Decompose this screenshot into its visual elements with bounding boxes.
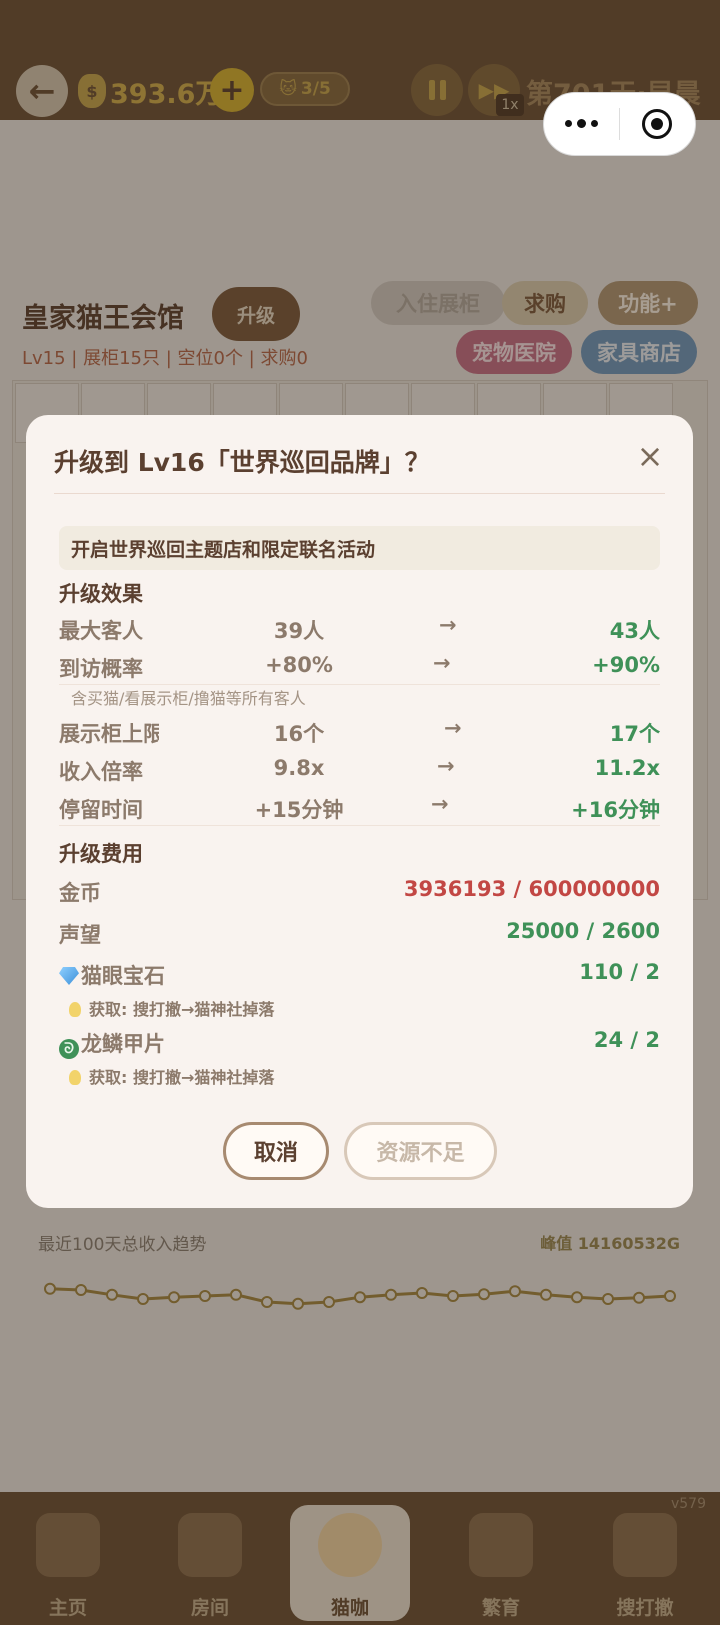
effect-note: 含买猫/看展示柜/撸猫等所有客人: [71, 689, 306, 708]
effect-from: +15分钟: [254, 798, 344, 822]
cost-value: 25000 / 2600: [506, 919, 660, 943]
dialog-title: 升级到 Lv16「世界巡回品牌」？: [54, 448, 430, 477]
effect-name: 收入倍率: [59, 760, 143, 784]
close-icon[interactable]: ×: [633, 439, 667, 473]
effect-to: +16分钟: [571, 798, 660, 822]
hint-text: 获取: 搜打撤→猫神社掉落: [89, 1068, 275, 1087]
cost-row-scale: ᘐ 龙鳞甲片 24 / 2 获取: 搜打撤→猫神社掉落: [59, 1024, 660, 1087]
cost-value: 24 / 2: [593, 1028, 660, 1052]
effect-name: 展示柜上限: [59, 722, 159, 746]
cost-name: 声望: [59, 923, 101, 947]
upgrade-description: 开启世界巡回主题店和限定联名活动: [59, 526, 660, 570]
lightbulb-icon: [69, 1070, 81, 1085]
divider: [54, 493, 665, 494]
insufficient-resources-button[interactable]: 资源不足: [344, 1122, 497, 1180]
effect-from: 39人: [273, 619, 325, 643]
effect-from: +80%: [265, 653, 333, 677]
cost-row-gold: 金币 3936193 / 600000000: [59, 873, 660, 909]
effect-to: 17个: [609, 722, 660, 746]
effect-name: 到访概率: [59, 657, 143, 681]
cost-row-gem: 猫眼宝石 110 / 2 获取: 搜打撤→猫神社掉落: [59, 956, 660, 1019]
effect-row: 到访概率 +80% → +90% 含买猫/看展示柜/撸猫等所有客人: [59, 647, 660, 708]
arrow-icon: →: [437, 754, 455, 778]
effect-row: 最大客人 39人 → 43人: [59, 609, 660, 647]
cost-name-wrap: ᘐ 龙鳞甲片: [59, 1028, 165, 1059]
cost-heading: 升级费用: [59, 842, 143, 866]
effect-name: 停留时间: [59, 798, 143, 822]
effect-to: +90%: [592, 653, 660, 677]
miniprogram-capsule: [543, 92, 696, 156]
arrow-icon: →: [431, 792, 449, 816]
arrow-icon: →: [439, 613, 457, 637]
cost-value: 3936193 / 600000000: [403, 877, 660, 901]
cost-value: 110 / 2: [579, 960, 660, 984]
effect-row: 停留时间 +15分钟 → +16分钟: [59, 788, 660, 826]
cancel-button[interactable]: 取消: [223, 1122, 329, 1180]
hint-text: 获取: 搜打撤→猫神社掉落: [89, 1000, 275, 1019]
effect-from: 9.8x: [273, 756, 325, 780]
cost-name: 龙鳞甲片: [81, 1032, 165, 1056]
cost-name: 猫眼宝石: [81, 964, 165, 988]
effects-heading: 升级效果: [59, 582, 143, 606]
effect-row: 展示柜上限 16个 → 17个: [59, 712, 660, 750]
arrow-icon: →: [433, 651, 451, 675]
dragon-icon: ᘐ: [59, 1039, 79, 1059]
effect-to: 11.2x: [594, 756, 660, 780]
effect-to: 43人: [609, 619, 660, 643]
cost-name: 金币: [59, 881, 101, 905]
cost-hint: 获取: 搜打撤→猫神社掉落: [69, 996, 274, 1020]
cost-hint: 获取: 搜打撤→猫神社掉落: [69, 1064, 274, 1088]
close-miniprogram-icon[interactable]: [620, 109, 695, 139]
cost-name-wrap: 猫眼宝石: [59, 960, 165, 990]
effect-name: 最大客人: [59, 619, 143, 643]
more-options-icon[interactable]: [544, 119, 619, 128]
lightbulb-icon: [69, 1002, 81, 1017]
effect-row: 收入倍率 9.8x → 11.2x: [59, 750, 660, 788]
effect-from: 16个: [273, 722, 325, 746]
cost-row-prestige: 声望 25000 / 2600: [59, 915, 660, 951]
upgrade-dialog: 升级到 Lv16「世界巡回品牌」？ × 开启世界巡回主题店和限定联名活动 升级效…: [26, 415, 693, 1208]
gem-icon: [59, 967, 79, 985]
arrow-icon: →: [444, 716, 462, 740]
